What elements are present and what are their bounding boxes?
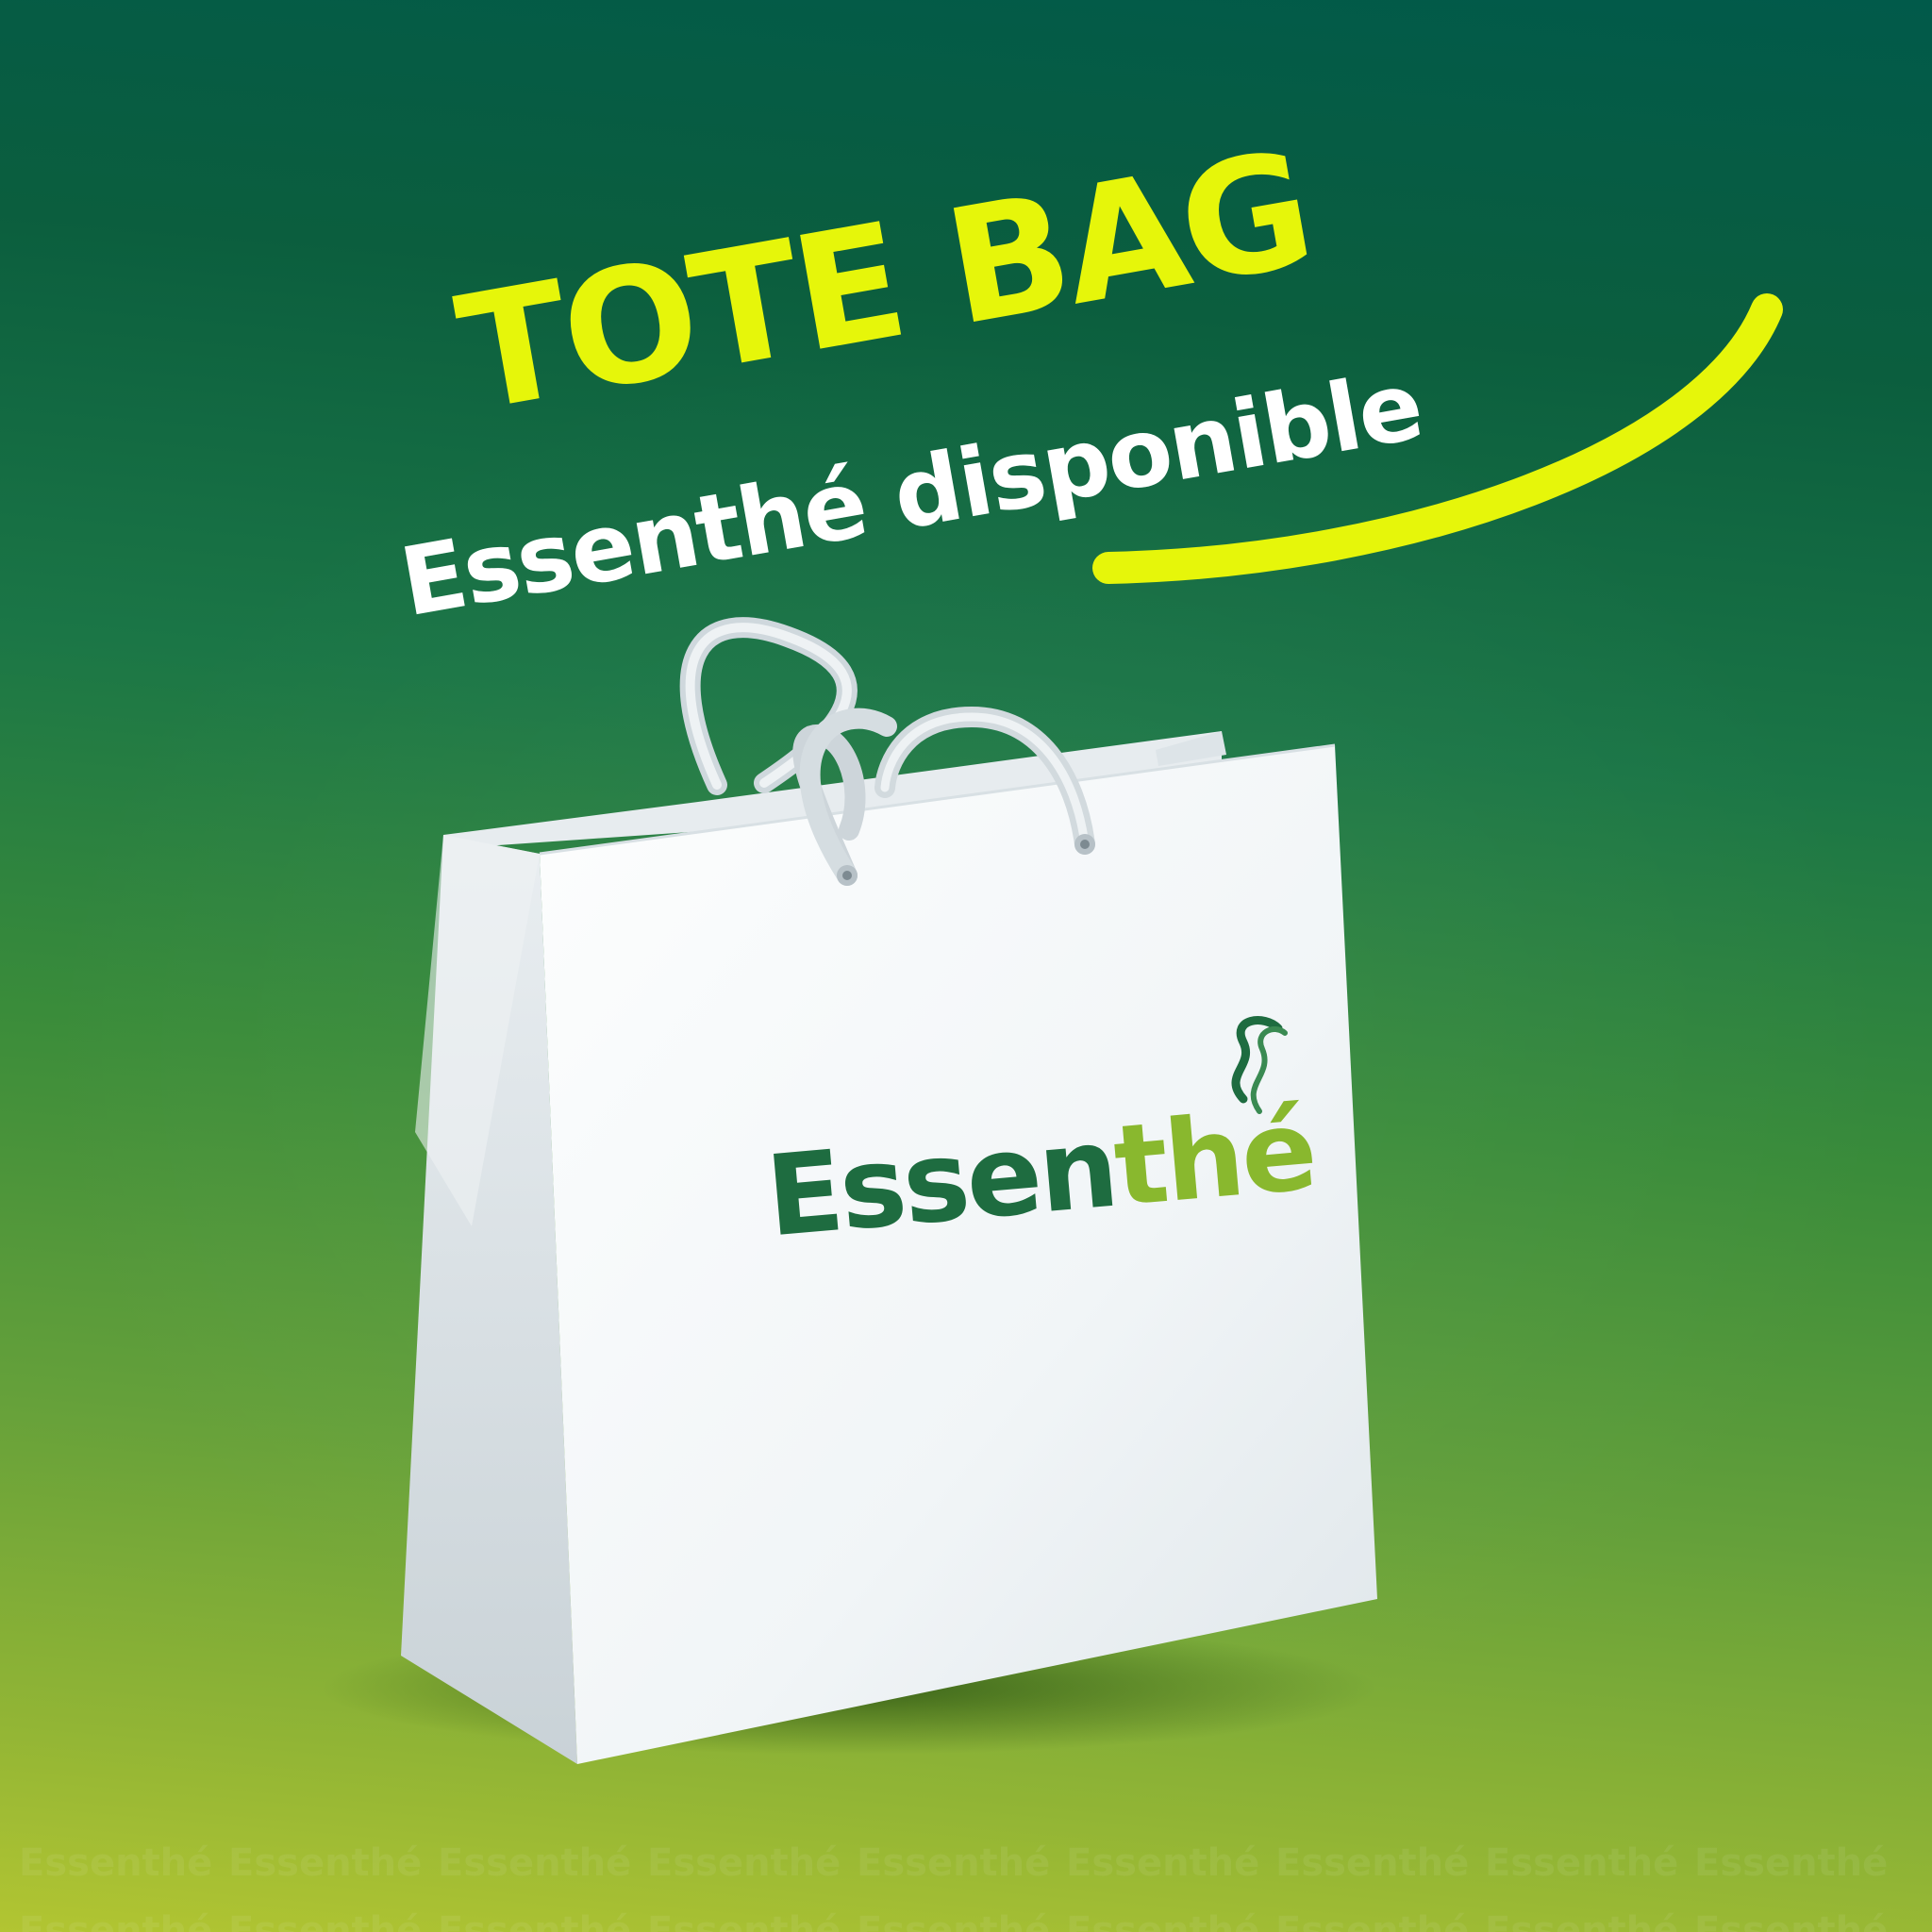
watermark-text: Essenthé (857, 1841, 1051, 1885)
watermark-text: Essenthé (1275, 1909, 1470, 1932)
watermark-text: Essenthé (228, 1909, 423, 1932)
watermark-text: Essenthé (1275, 1841, 1470, 1885)
watermark-text: Essenthé (1485, 1909, 1679, 1932)
promo-poster: TOTE BAG Essenthé disponible Essenthé Es… (0, 0, 1932, 1932)
watermark-text: Essenthé (1485, 1841, 1679, 1885)
watermark-text: Essenthé (647, 1909, 841, 1932)
watermark-text: Essenthé (857, 1909, 1051, 1932)
shopping-bag (321, 617, 1377, 1764)
logo-part-the: thé (1108, 1084, 1320, 1232)
watermark-text: Essenthé (19, 1909, 213, 1932)
watermark-text: Essenthé (1694, 1841, 1889, 1885)
watermark-text: Essenthé (647, 1841, 841, 1885)
watermark-text: Essenthé (1066, 1841, 1260, 1885)
watermark-text: Essenthé (438, 1909, 632, 1932)
watermark-text: Essenthé (1066, 1909, 1260, 1932)
watermark-text: Essenthé (19, 1841, 213, 1885)
watermark-text: Essenthé (228, 1841, 423, 1885)
watermark-text: Essenthé (438, 1841, 632, 1885)
brand-watermark-pattern: Essenthé Essenthé Essenthé Essenthé Esse… (0, 1825, 1932, 1932)
watermark-text: Essenthé (1694, 1909, 1889, 1932)
